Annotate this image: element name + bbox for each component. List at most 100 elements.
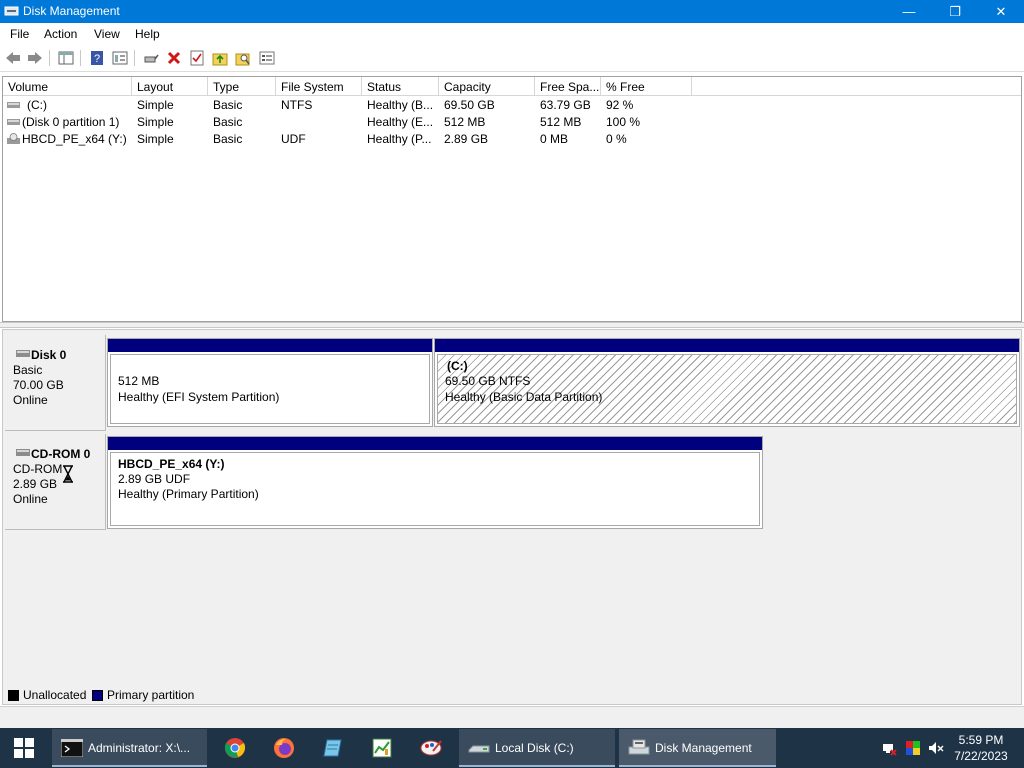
back-arrow-icon[interactable] (4, 49, 22, 67)
properties-icon[interactable] (111, 49, 129, 67)
partition-bar (108, 339, 432, 352)
cdrom-0-label[interactable]: CD-ROM 0 CD-ROM 2.89 GB Online (5, 434, 106, 530)
speaker-muted-icon[interactable] (928, 740, 944, 756)
pane-splitter[interactable] (0, 322, 1024, 328)
partition-size: 2.89 GB UDF (117, 472, 192, 486)
cell-type: Basic (213, 115, 243, 129)
partition-bar (108, 437, 762, 450)
cell-percent-free: 100 % (606, 115, 641, 129)
disk-0-label[interactable]: Disk 0 Basic 70.00 GB Online (5, 335, 106, 431)
cell-status: Healthy (P... (367, 132, 432, 146)
connect-disk-icon[interactable] (142, 49, 160, 67)
table-row[interactable]: HBCD_PE_x64 (Y:) Simple Basic UDF Health… (3, 131, 1021, 148)
table-row[interactable]: (Disk 0 partition 1) Simple Basic Health… (3, 114, 1021, 131)
forward-arrow-icon[interactable] (26, 49, 44, 67)
drive-icon (468, 745, 490, 753)
table-row[interactable]: (C:) Simple Basic NTFS Healthy (B... 69.… (3, 97, 1021, 114)
chart-app-icon[interactable] (369, 736, 395, 760)
maximize-button[interactable]: ❐ (932, 0, 978, 23)
disk-name: CD-ROM 0 (31, 447, 91, 461)
taskbar-item-label: Local Disk (C:) (495, 741, 574, 755)
disk-size: 2.89 GB (13, 477, 58, 491)
partition-status: Healthy (Primary Partition) (117, 487, 260, 501)
column-header-file-system[interactable]: File System (276, 77, 362, 96)
cell-capacity: 2.89 GB (444, 132, 489, 146)
partition-status: Healthy (EFI System Partition) (117, 390, 281, 404)
disk-status: Online (13, 393, 48, 407)
rescan-folder-icon[interactable] (211, 49, 229, 67)
delete-icon[interactable] (165, 49, 183, 67)
legend-label-primary: Primary partition (107, 688, 195, 702)
partition-efi[interactable]: 512 MB Healthy (EFI System Partition) (107, 338, 433, 427)
cell-status: Healthy (E... (367, 115, 434, 129)
paint-icon[interactable] (418, 736, 444, 760)
menu-file[interactable]: File (10, 27, 29, 41)
cell-layout: Simple (137, 98, 174, 112)
list-settings-icon[interactable] (258, 49, 276, 67)
console-tree-icon[interactable] (57, 49, 75, 67)
network-disconnected-icon[interactable] (881, 740, 897, 756)
legend-swatch-unallocated (8, 690, 19, 701)
column-header-free-space[interactable]: Free Spa... (535, 77, 601, 96)
firefox-icon[interactable] (271, 736, 297, 760)
disk-management-icon (628, 739, 650, 755)
taskbar-item-local-disk[interactable]: Local Disk (C:) (459, 729, 615, 767)
column-header-status[interactable]: Status (362, 77, 439, 96)
column-header-volume[interactable]: Volume (3, 77, 132, 96)
taskbar-item-disk-management[interactable]: Disk Management (619, 729, 776, 767)
display-settings-icon[interactable] (905, 740, 921, 756)
cell-capacity: 512 MB (444, 115, 486, 129)
column-header-layout[interactable]: Layout (132, 77, 208, 96)
notepad-icon[interactable] (320, 736, 346, 760)
volume-list[interactable]: Volume Layout Type File System Status Ca… (2, 76, 1022, 322)
help-icon[interactable]: ? (88, 49, 106, 67)
start-button[interactable] (0, 728, 48, 768)
svg-text:?: ? (94, 53, 100, 65)
cell-file-system: UDF (281, 132, 306, 146)
partition-cdrom[interactable]: HBCD_PE_x64 (Y:) 2.89 GB UDF Healthy (Pr… (107, 436, 763, 529)
taskbar: Administrator: X:\... Local Disk (C:) Di… (0, 728, 1024, 768)
disk-graphical-view: Disk 0 Basic 70.00 GB Online 512 MB Heal… (2, 329, 1022, 705)
cell-layout: Simple (137, 132, 174, 146)
cell-layout: Simple (137, 115, 174, 129)
disk-type: Basic (13, 363, 43, 377)
partition-size: 69.50 GB NTFS (445, 374, 531, 388)
clock-date: 7/22/2023 (954, 749, 1008, 763)
menu-action[interactable]: Action (44, 27, 77, 41)
column-header-percent-free[interactable]: % Free (601, 77, 692, 96)
drive-icon (7, 119, 20, 125)
system-clock[interactable]: 5:59 PM 7/22/2023 (950, 732, 1012, 764)
cell-free-space: 63.79 GB (540, 98, 591, 112)
drive-icon (7, 102, 20, 108)
menu-view[interactable]: View (94, 27, 120, 41)
close-button[interactable]: ✕ (978, 0, 1024, 23)
cell-capacity: 69.50 GB (444, 98, 495, 112)
cell-percent-free: 92 % (606, 98, 634, 112)
hard-disk-icon (16, 350, 30, 357)
disk-name: Disk 0 (31, 348, 67, 362)
taskbar-item-label: Administrator: X:\... (88, 741, 191, 755)
minimize-button[interactable]: — (886, 0, 932, 23)
partition-c[interactable]: (C:) 69.50 GB NTFS Healthy (Basic Data P… (434, 338, 1020, 427)
partition-size: 512 MB (117, 374, 161, 388)
legend-swatch-primary (92, 690, 103, 701)
column-header-type[interactable]: Type (208, 77, 276, 96)
menu-help[interactable]: Help (135, 27, 160, 41)
partition-title: HBCD_PE_x64 (Y:) (117, 457, 226, 471)
legend-label-unallocated: Unallocated (23, 688, 87, 702)
windows-logo-icon (14, 738, 34, 758)
disk-size: 70.00 GB (13, 378, 64, 392)
cell-volume: (C:) (27, 98, 47, 112)
cell-type: Basic (213, 98, 243, 112)
partition-title: (C:) (447, 359, 468, 373)
taskbar-item-administrator-cmd[interactable]: Administrator: X:\... (52, 729, 207, 767)
volume-list-header: Volume Layout Type File System Status Ca… (3, 77, 1021, 96)
disk-status: Online (13, 492, 48, 506)
column-header-capacity[interactable]: Capacity (439, 77, 535, 96)
legend: Unallocated Primary partition (3, 687, 1021, 705)
search-folder-icon[interactable] (234, 49, 252, 67)
chrome-icon[interactable] (222, 736, 248, 760)
cd-drive-icon (16, 449, 30, 456)
partition-bar (435, 339, 1019, 352)
check-icon[interactable] (188, 49, 206, 67)
